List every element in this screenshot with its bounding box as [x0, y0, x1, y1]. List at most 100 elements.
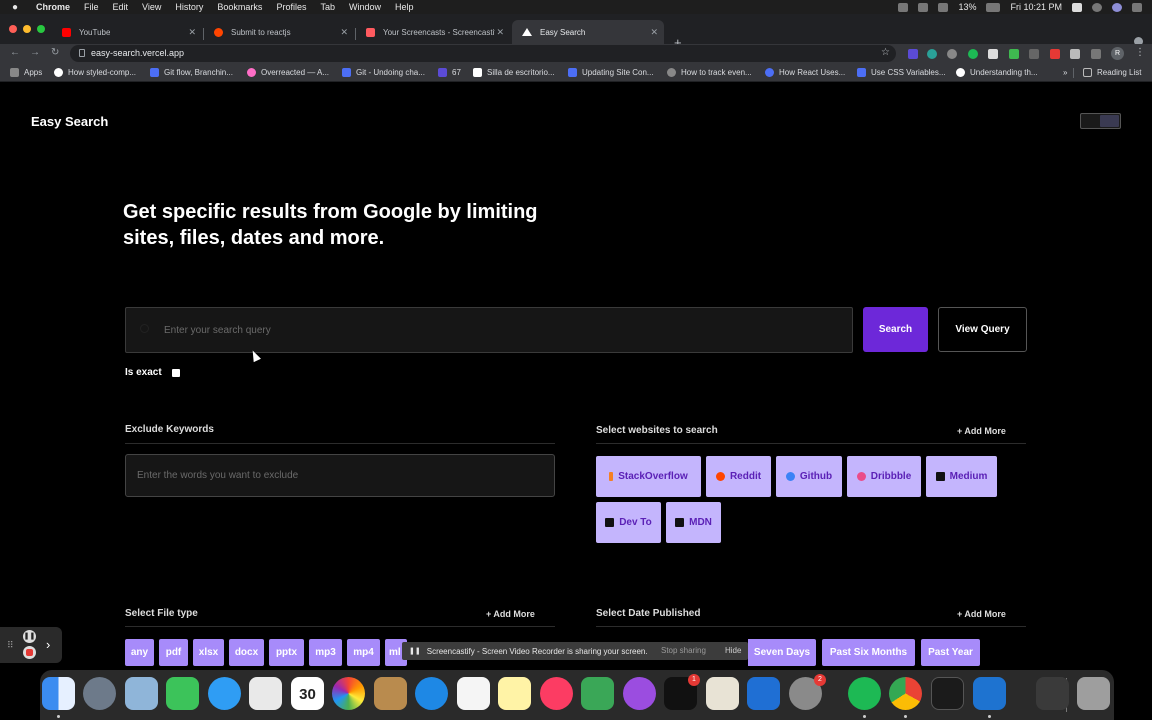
- status-icon[interactable]: [898, 2, 909, 12]
- drag-handle-icon[interactable]: ⠿: [7, 640, 14, 651]
- finder-icon[interactable]: [42, 677, 75, 710]
- volume-icon[interactable]: [938, 2, 949, 12]
- menu-tab[interactable]: Tab: [320, 2, 335, 12]
- control-center-icon[interactable]: [1132, 2, 1142, 12]
- photos-icon[interactable]: [332, 677, 365, 710]
- profile-avatar[interactable]: R: [1111, 47, 1124, 60]
- close-icon[interactable]: ✕: [496, 27, 504, 38]
- bookmark-item[interactable]: How React Uses...: [765, 68, 845, 77]
- site-chip-github[interactable]: Github: [776, 456, 842, 497]
- file-type-chip[interactable]: mp3: [309, 639, 342, 666]
- forward-icon[interactable]: →: [30, 47, 40, 58]
- add-more-file-types-button[interactable]: + Add More: [486, 609, 535, 619]
- chrome-icon[interactable]: [889, 677, 922, 710]
- bookmark-item[interactable]: Git - Undoing cha...: [342, 68, 425, 77]
- close-icon[interactable]: ✕: [340, 27, 348, 38]
- bookmark-item[interactable]: Updating Site Con...: [568, 68, 654, 77]
- music-icon[interactable]: [540, 677, 573, 710]
- zoom-window-icon[interactable]: [37, 25, 45, 33]
- wifi-icon[interactable]: [918, 2, 929, 12]
- tab-screencastify[interactable]: Your Screencasts - Screencastify ✕: [356, 20, 510, 44]
- menu-edit[interactable]: Edit: [113, 2, 129, 12]
- tab-easy-search[interactable]: Easy Search ✕: [512, 20, 664, 44]
- menu-bookmarks[interactable]: Bookmarks: [217, 2, 262, 12]
- extension-icon[interactable]: [908, 49, 918, 59]
- address-url[interactable]: easy-search.vercel.app: [91, 48, 184, 58]
- file-type-chip[interactable]: xlsx: [193, 639, 224, 666]
- preview-icon[interactable]: [125, 677, 158, 710]
- downloads-stack-icon[interactable]: [1036, 677, 1069, 710]
- battery-icon[interactable]: [986, 2, 1001, 12]
- date-chip[interactable]: Past Six Months: [822, 639, 915, 666]
- view-query-button[interactable]: View Query: [938, 307, 1027, 352]
- site-chip-mdn[interactable]: MDN: [666, 502, 721, 543]
- puzzle-icon[interactable]: [1070, 49, 1080, 59]
- keynote-icon[interactable]: [747, 677, 780, 710]
- back-icon[interactable]: ←: [10, 47, 20, 58]
- close-icon[interactable]: ✕: [650, 27, 658, 38]
- extension-icon[interactable]: [988, 49, 998, 59]
- siri-icon[interactable]: [1112, 2, 1122, 12]
- messages-icon[interactable]: [208, 677, 241, 710]
- menu-window[interactable]: Window: [349, 2, 381, 12]
- reading-list[interactable]: Reading List: [1083, 68, 1141, 77]
- chrome-menu-icon[interactable]: ⋮: [1135, 47, 1145, 58]
- file-type-chip[interactable]: mp4: [347, 639, 380, 666]
- reminders-icon[interactable]: [457, 677, 490, 710]
- lock-icon[interactable]: [79, 49, 85, 57]
- bookmark-item[interactable]: 67: [438, 68, 461, 77]
- numbers-icon[interactable]: [581, 677, 614, 710]
- address-bar[interactable]: easy-search.vercel.app ☆: [70, 45, 896, 62]
- file-type-chip[interactable]: pdf: [159, 639, 188, 666]
- bookmark-item[interactable]: Use CSS Variables...: [857, 68, 946, 77]
- menu-clock[interactable]: Fri 10:21 PM: [1010, 2, 1062, 12]
- site-chip-stackoverflow[interactable]: StackOverflow: [596, 456, 701, 497]
- file-type-chip[interactable]: pptx: [269, 639, 304, 666]
- date-chip[interactable]: Seven Days: [748, 639, 816, 666]
- launchpad-icon[interactable]: [83, 677, 116, 710]
- hide-button[interactable]: Hide: [725, 644, 741, 658]
- site-chip-dribbble[interactable]: Dribbble: [847, 456, 921, 497]
- extension-icon[interactable]: [927, 49, 937, 59]
- vscode-icon[interactable]: [973, 677, 1006, 710]
- bookmark-item[interactable]: Overreacted — A...: [247, 68, 329, 77]
- menu-file[interactable]: File: [84, 2, 99, 12]
- bookmark-item[interactable]: How styled-comp...: [54, 68, 136, 77]
- file-type-chip[interactable]: docx: [229, 639, 264, 666]
- extension-icon[interactable]: [1009, 49, 1019, 59]
- menu-help[interactable]: Help: [395, 2, 414, 12]
- close-icon[interactable]: ✕: [188, 27, 196, 38]
- facetime-icon[interactable]: [166, 677, 199, 710]
- podcasts-icon[interactable]: [623, 677, 656, 710]
- apple-menu-icon[interactable]: ●: [12, 2, 22, 13]
- keyboard-input-icon[interactable]: [1072, 2, 1082, 12]
- extension-icon[interactable]: [947, 49, 957, 59]
- stop-sharing-button[interactable]: Stop sharing: [656, 644, 711, 658]
- search-input[interactable]: [126, 308, 852, 352]
- reload-icon[interactable]: ↻: [51, 47, 59, 58]
- pause-icon[interactable]: ❚❚: [23, 630, 36, 643]
- site-chip-devto[interactable]: Dev To: [596, 502, 661, 543]
- chevron-right-icon[interactable]: ›: [46, 637, 50, 652]
- exclude-keywords-input[interactable]: [125, 454, 555, 497]
- is-exact-checkbox[interactable]: [172, 369, 180, 377]
- reading-list-icon[interactable]: [1091, 49, 1101, 59]
- bookmark-star-icon[interactable]: ☆: [881, 47, 890, 58]
- bookmark-item[interactable]: Silla de escritorio...: [473, 68, 555, 77]
- site-logo[interactable]: Easy Search: [31, 114, 108, 129]
- maps-icon[interactable]: [249, 677, 282, 710]
- spotlight-icon[interactable]: [1092, 2, 1102, 12]
- date-chip[interactable]: Past Year: [921, 639, 980, 666]
- close-window-icon[interactable]: [9, 25, 17, 33]
- add-more-dates-button[interactable]: + Add More: [957, 609, 1006, 619]
- add-more-websites-button[interactable]: + Add More: [957, 426, 1006, 436]
- bookmark-item[interactable]: Understanding th...: [956, 68, 1038, 77]
- terminal-icon[interactable]: [931, 677, 964, 710]
- stop-recording-icon[interactable]: [23, 646, 36, 659]
- bookmark-item[interactable]: How to track even...: [667, 68, 752, 77]
- menu-app-name[interactable]: Chrome: [36, 2, 70, 12]
- file-type-chip[interactable]: any: [125, 639, 154, 666]
- spotify-icon[interactable]: [848, 677, 881, 710]
- menu-history[interactable]: History: [175, 2, 203, 12]
- bookmark-item[interactable]: Git flow, Branchin...: [150, 68, 233, 77]
